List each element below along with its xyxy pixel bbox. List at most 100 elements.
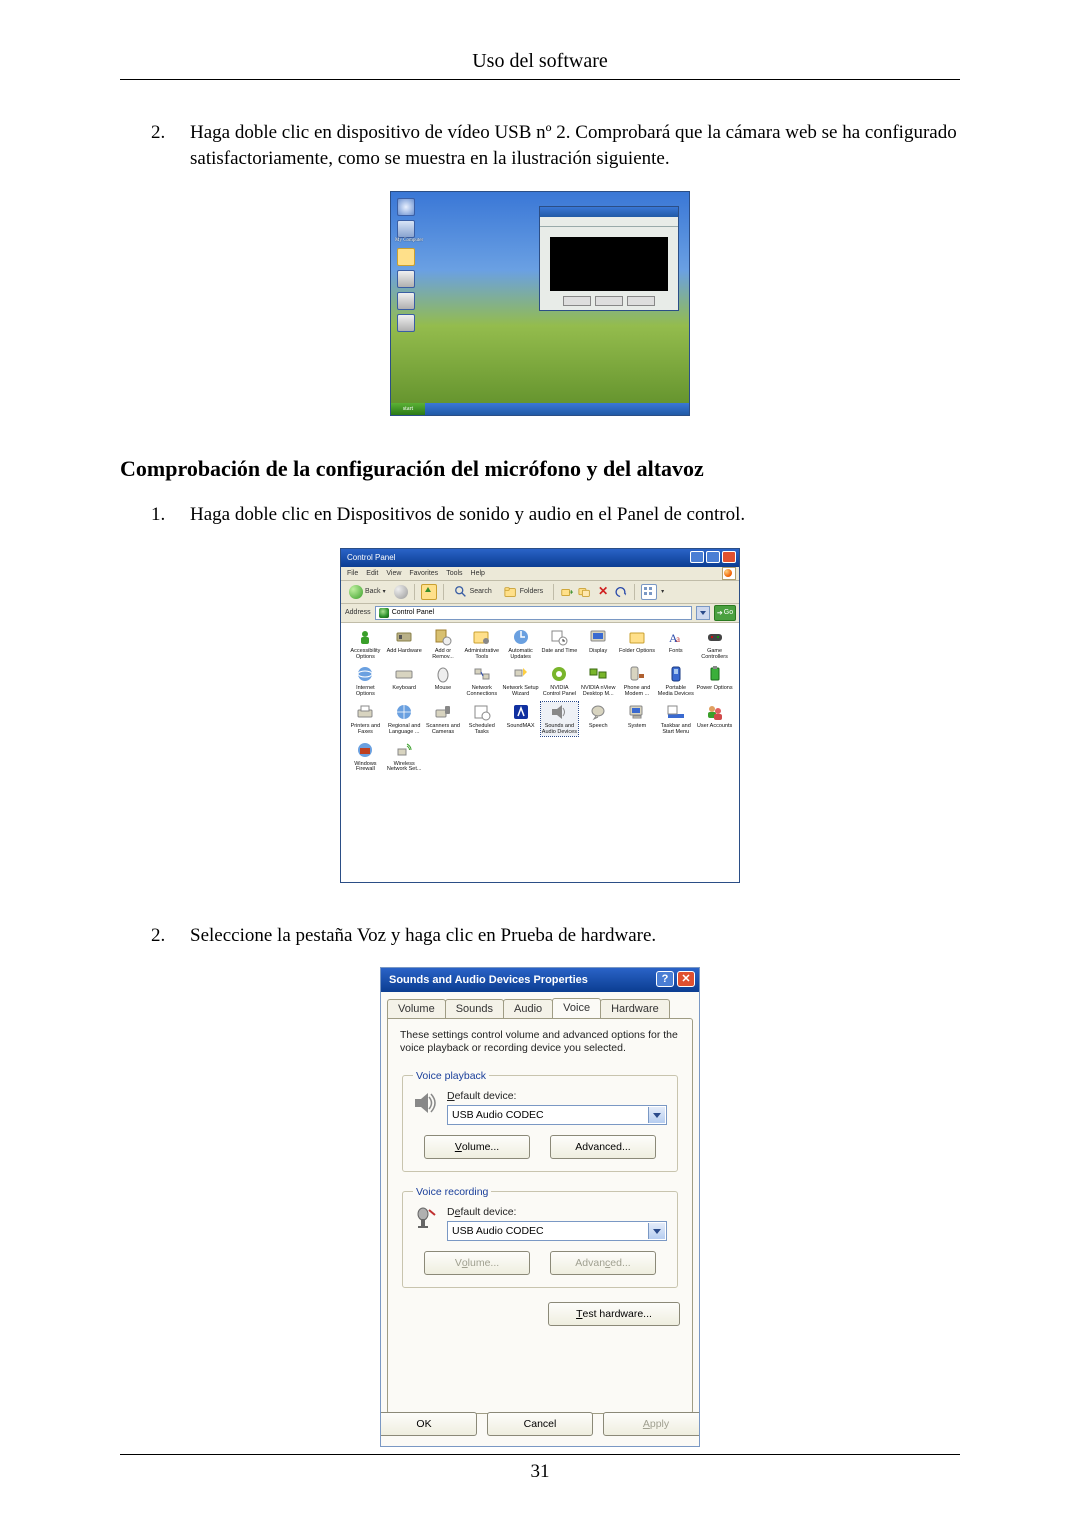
tab-sounds: Sounds (445, 999, 504, 1019)
back-label: Back (365, 588, 381, 595)
cp-item-sounds-audio: Sounds and Audio Devices (541, 702, 578, 736)
forward-arrow-icon (394, 585, 408, 599)
cp-toolbar: Back ▾ Search Folders (341, 581, 739, 604)
folders-label: Folders (520, 588, 543, 595)
cp-item-scanners: Scanners and Cameras (425, 702, 462, 736)
cp-item-taskbar: Taskbar and Start Menu (657, 702, 694, 736)
address-dropdown-icon (696, 606, 710, 620)
cp-item-add-remove: Add or Remov... (425, 627, 462, 661)
snd-description: These settings control volume and advanc… (400, 1029, 680, 1056)
dialog-button (563, 296, 591, 306)
cp-item-firewall: Windows Firewall (347, 740, 384, 774)
menu-edit: Edit (366, 570, 378, 577)
cp-item-date-time: Date and Time (541, 627, 578, 661)
folders-icon (504, 585, 518, 599)
cp-item-add-hardware: Add Hardware (386, 627, 423, 661)
menu-tools: Tools (446, 570, 462, 577)
video-preview (550, 237, 668, 291)
cp-item-accessibility: Accessibility Options (347, 627, 384, 661)
cp-item-nvidia-nview: NVIDIA nView Desktop M... (580, 664, 617, 698)
close-icon (722, 551, 736, 563)
shortcut-icon-3 (397, 314, 415, 332)
cp-item-network-connections: Network Connections (463, 664, 500, 698)
cp-item-user-accounts: User Accounts (696, 702, 733, 736)
cp-item-folder-options: Folder Options (619, 627, 656, 661)
voice-recording-group: Voice recording Default device: USB Au (402, 1186, 678, 1288)
shortcut-icon-1 (397, 270, 415, 288)
cp-body: Accessibility Options Add Hardware Add o… (341, 621, 739, 882)
playback-volume-button: Volume... (424, 1135, 530, 1159)
delete-icon: ✕ (596, 585, 610, 599)
cp-item-admin-tools: Administrative Tools (463, 627, 500, 661)
header-rule (120, 79, 960, 80)
playback-advanced-button: Advanced... (550, 1135, 656, 1159)
control-panel-screenshot: Control Panel File Edit View Favorites T… (340, 548, 740, 883)
cp-item-scheduled: Scheduled Tasks (463, 702, 500, 736)
recycle-bin-icon (397, 198, 415, 216)
section-list-item-1: Haga doble clic en Dispositivos de sonid… (170, 502, 960, 528)
intro-list: Haga doble clic en dispositivo de vídeo … (170, 120, 960, 171)
tab-audio: Audio (503, 999, 553, 1019)
search-button: Search (450, 583, 496, 601)
menu-favorites: Favorites (409, 570, 438, 577)
window-tabs (540, 217, 678, 227)
close-icon: ✕ (677, 971, 695, 987)
cp-item-nvidia-cp: NVIDIA Control Panel (541, 664, 578, 698)
cp-item-soundmax: SoundMAX (502, 702, 539, 736)
address-box: Control Panel (375, 606, 692, 620)
tab-hardware: Hardware (600, 999, 670, 1019)
dialog-button (627, 296, 655, 306)
my-computer-icon (397, 220, 415, 238)
cp-item-keyboard: Keyboard (386, 664, 423, 698)
window-titlebar (540, 207, 678, 217)
dialog-button (595, 296, 623, 306)
snd-panel: These settings control volume and advanc… (387, 1018, 693, 1414)
cp-item-phone-modem: Phone and Modem ... (619, 664, 656, 698)
test-hardware-button: Test hardware... (548, 1302, 680, 1326)
intro-list-item-2: Haga doble clic en dispositivo de vídeo … (170, 120, 960, 171)
back-button: Back ▾ (345, 583, 390, 601)
cp-title: Control Panel (347, 553, 395, 562)
footer-rule (120, 1454, 960, 1455)
undo-icon (614, 585, 628, 599)
microphone-icon (413, 1206, 439, 1232)
tab-volume: Volume (387, 999, 446, 1019)
folder-icon (397, 248, 415, 266)
my-computer-label: My Computer (395, 238, 423, 243)
recording-default-label: Default device: (447, 1206, 667, 1218)
snd-title: Sounds and Audio Devices Properties (389, 974, 588, 986)
cp-item-internet-options: Internet Options (347, 664, 384, 698)
page-header: Uso del software (120, 50, 960, 73)
folders-button: Folders (500, 583, 547, 601)
cp-item-system: System (619, 702, 656, 736)
voice-playback-group: Voice playback Default device: USB Aud (402, 1070, 678, 1172)
recording-device-select: USB Audio CODEC (447, 1221, 667, 1241)
cp-menubar: File Edit View Favorites Tools Help (341, 567, 739, 581)
up-folder-icon (421, 584, 437, 600)
section-heading: Comprobación de la configuración del mic… (120, 456, 960, 482)
maximize-icon (706, 551, 720, 563)
cp-titlebar: Control Panel (341, 549, 739, 567)
tab-voice: Voice (552, 998, 601, 1018)
cp-item-display: Display (580, 627, 617, 661)
cp-item-auto-updates: Automatic Updates (502, 627, 539, 661)
cp-item-game-controllers: Game Controllers (696, 627, 733, 661)
apply-button: Apply (603, 1412, 700, 1436)
page-number: 31 (120, 1461, 960, 1483)
snd-tabs: Volume Sounds Audio Voice Hardware (381, 992, 699, 1018)
sounds-dialog-screenshot: Sounds and Audio Devices Properties ? ✕ … (380, 967, 700, 1447)
section-list-item-2: Seleccione la pestaña Voz y haga clic en… (170, 923, 960, 949)
menu-file: File (347, 570, 358, 577)
desktop-screenshot: My Computer start (390, 191, 690, 416)
control-panel-crest-icon (379, 608, 389, 618)
ok-button: OK (380, 1412, 477, 1436)
section-list-2: Seleccione la pestaña Voz y haga clic en… (170, 923, 960, 949)
playback-device-select: USB Audio CODEC (447, 1105, 667, 1125)
search-label: Search (470, 588, 492, 595)
section-list: Haga doble clic en Dispositivos de sonid… (170, 502, 960, 528)
cp-item-power-options: Power Options (696, 664, 733, 698)
cp-item-regional: Regional and Language ... (386, 702, 423, 736)
snd-titlebar: Sounds and Audio Devices Properties ? ✕ (381, 968, 699, 992)
dropdown-icon (648, 1223, 665, 1239)
menu-help: Help (471, 570, 485, 577)
